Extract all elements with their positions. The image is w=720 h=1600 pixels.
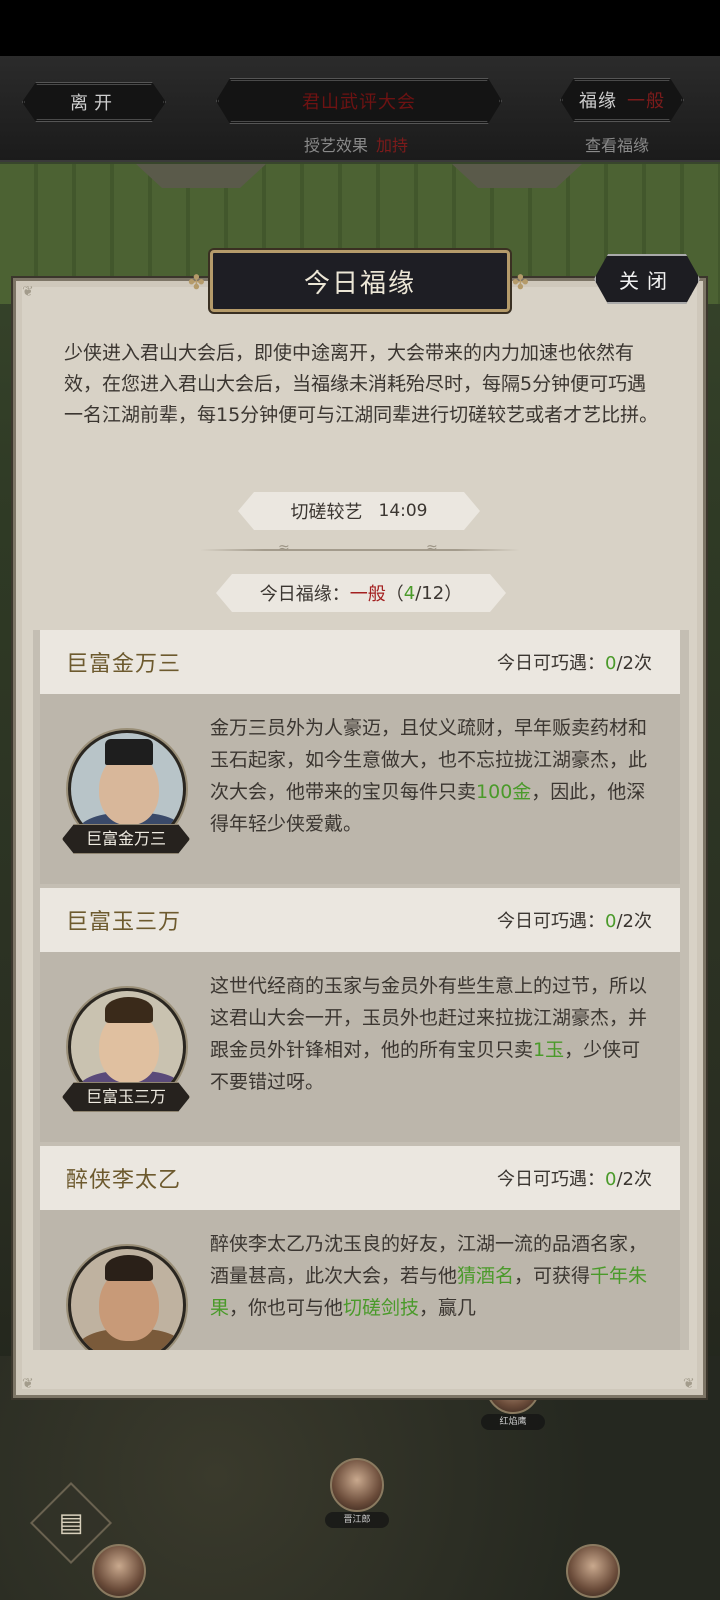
top-bar: 离开 君山武评大会 福缘 一般 授艺效果 加持 查看福缘 xyxy=(0,56,720,162)
description-text: ，赢几 xyxy=(419,1297,477,1319)
price-highlight: 100金 xyxy=(476,781,532,803)
corner-ornament-icon: ❦ xyxy=(22,1376,34,1392)
dialog-title: 今日福缘 xyxy=(210,250,510,312)
card-description: 醉侠李太乙乃沈玉良的好友，江湖一流的品酒名家，酒量甚高，此次大会，若与他猜酒名，… xyxy=(210,1228,654,1324)
encounter-count: 今日可巧遇：0/2次 xyxy=(497,907,652,933)
npc-avatar[interactable] xyxy=(566,1544,620,1598)
count-used: 0 xyxy=(605,653,617,674)
npc-avatar[interactable] xyxy=(92,1544,146,1598)
count-label: 今日可巧遇： xyxy=(497,1169,606,1190)
event-title[interactable]: 君山武评大会 xyxy=(216,78,502,124)
npc-label: 晋江郎 xyxy=(325,1512,389,1528)
encounter-card[interactable]: 醉侠李太乙 今日可巧遇：0/2次 醉侠李太乙乃沈玉良的好友，江湖一流的品酒名家，… xyxy=(40,1146,680,1350)
card-body: 巨富金万三 金万三员外为人豪迈，且仗义疏财，早年贩卖药材和玉石起家，如今生意做大… xyxy=(40,694,680,884)
today-fortune-total: /12 xyxy=(415,582,445,604)
portrait-name-plate: 巨富玉三万 xyxy=(62,1082,190,1112)
keyword-highlight: 猜酒名 xyxy=(457,1265,515,1287)
encounter-list[interactable]: 巨富金万三 今日可巧遇：0/2次 巨富金万三 金万三员外为人豪迈，且仗义疏财，早… xyxy=(33,630,689,1350)
today-fortune-level: 一般 xyxy=(349,584,386,605)
count-used: 0 xyxy=(605,1169,617,1190)
description-text: ，你也可与他 xyxy=(229,1297,344,1319)
portrait-hair xyxy=(105,997,153,1023)
card-name: 醉侠李太乙 xyxy=(66,1168,182,1193)
card-header: 巨富金万三 今日可巧遇：0/2次 xyxy=(40,630,680,694)
encounter-count: 今日可巧遇：0/2次 xyxy=(497,1165,652,1191)
price-highlight: 1玉 xyxy=(533,1039,565,1061)
encounter-count: 今日可巧遇：0/2次 xyxy=(497,649,652,675)
npc-avatar[interactable] xyxy=(330,1458,384,1512)
card-header: 醉侠李太乙 今日可巧遇：0/2次 xyxy=(40,1146,680,1210)
paren-open: （ xyxy=(385,584,404,605)
fortune-button[interactable]: 福缘 一般 xyxy=(560,78,684,122)
fortune-level: 一般 xyxy=(627,91,665,112)
intro-text: 少侠进入君山大会后，即使中途离开，大会带来的内力加速也依然有效，在您进入君山大会… xyxy=(64,342,659,426)
card-name: 巨富玉三万 xyxy=(66,910,182,935)
header-ornament-icon: ✤ xyxy=(188,270,205,294)
divider xyxy=(200,549,520,551)
count-label: 今日可巧遇： xyxy=(497,911,606,932)
spar-time: 14:09 xyxy=(378,501,428,521)
corner-ornament-icon: ❦ xyxy=(22,284,34,300)
leave-button[interactable]: 离开 xyxy=(22,82,166,122)
count-total: /2次 xyxy=(616,1169,652,1190)
header-ornament-icon: ✤ xyxy=(512,270,529,294)
divider-ornament-icon: ≈ xyxy=(426,540,438,556)
portrait-hat xyxy=(105,739,153,765)
today-fortune-label: 今日福缘： xyxy=(259,584,350,605)
portrait-name-plate: 巨富金万三 xyxy=(62,824,190,854)
today-fortune: 今日福缘： 一般（4/12） xyxy=(216,574,506,612)
card-name: 巨富金万三 xyxy=(66,652,182,677)
count-used: 0 xyxy=(605,911,617,932)
spar-timer: 切磋较艺 14:09 xyxy=(238,492,480,530)
encounter-card[interactable]: 巨富金万三 今日可巧遇：0/2次 巨富金万三 金万三员外为人豪迈，且仗义疏财，早… xyxy=(40,630,680,884)
teach-effect-value: 加持 xyxy=(376,136,409,155)
description-text: ，可获得 xyxy=(514,1265,591,1287)
close-button[interactable]: 关闭 xyxy=(594,254,700,304)
teach-effect: 授艺效果 加持 xyxy=(304,132,408,156)
fortune-label: 福缘 xyxy=(579,91,617,112)
portrait-avatar[interactable] xyxy=(68,1246,186,1350)
chat-bubble-icon: ▤ xyxy=(58,1508,84,1538)
corner-ornament-icon: ❦ xyxy=(683,1376,695,1392)
spar-label: 切磋较艺 xyxy=(290,502,363,523)
npc-label: 红焰鹰 xyxy=(481,1414,545,1430)
count-total: /2次 xyxy=(616,911,652,932)
card-body: 醉侠李太乙乃沈玉良的好友，江湖一流的品酒名家，酒量甚高，此次大会，若与他猜酒名，… xyxy=(40,1210,680,1350)
portrait-hair xyxy=(105,1255,153,1281)
encounter-card[interactable]: 巨富玉三万 今日可巧遇：0/2次 巨富玉三万 这世代经商的玉家与金员外有些生意上… xyxy=(40,888,680,1142)
divider-ornament-icon: ≈ xyxy=(278,540,290,556)
teach-effect-label: 授艺效果 xyxy=(304,136,369,155)
card-header: 巨富玉三万 今日可巧遇：0/2次 xyxy=(40,888,680,952)
card-body: 巨富玉三万 这世代经商的玉家与金员外有些生意上的过节，所以这君山大会一开，玉员外… xyxy=(40,952,680,1142)
paren-close: ） xyxy=(444,584,463,605)
view-fortune-link[interactable]: 查看福缘 xyxy=(585,132,649,156)
count-label: 今日可巧遇： xyxy=(497,653,606,674)
keyword-highlight: 切磋剑技 xyxy=(343,1297,420,1319)
today-fortune-used: 4 xyxy=(403,582,416,604)
count-total: /2次 xyxy=(616,653,652,674)
card-description: 金万三员外为人豪迈，且仗义疏财，早年贩卖药材和玉石起家，如今生意做大，也不忘拉拢… xyxy=(210,712,654,840)
card-description: 这世代经商的玉家与金员外有些生意上的过节，所以这君山大会一开，玉员外也赶过来拉拢… xyxy=(210,970,654,1098)
